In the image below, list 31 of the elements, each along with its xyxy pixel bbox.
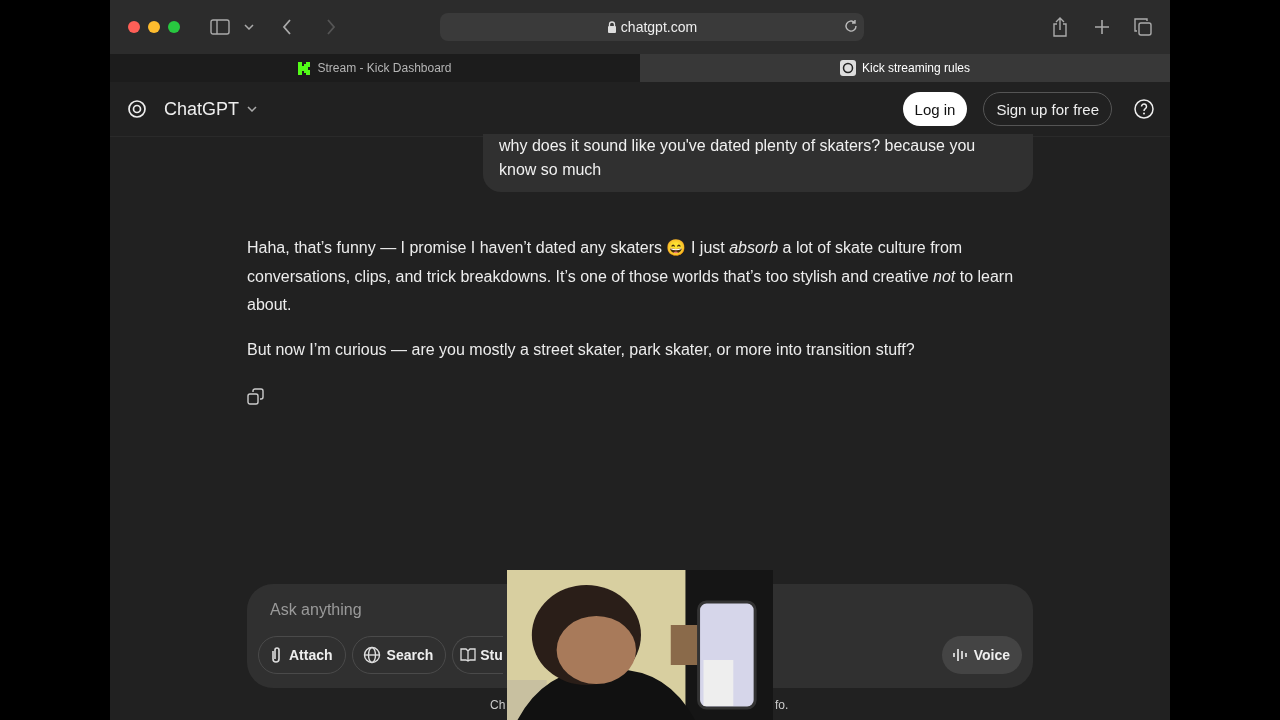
login-button[interactable]: Log in [902, 92, 968, 126]
zoom-button[interactable] [168, 21, 180, 33]
tabs-overview-icon[interactable] [1134, 18, 1152, 36]
globe-icon [362, 646, 381, 664]
minimize-button[interactable] [148, 21, 160, 33]
reload-icon[interactable] [844, 19, 858, 33]
back-icon[interactable] [282, 19, 292, 35]
disclaimer-text: fo. [775, 698, 789, 712]
user-message: why does it sound like you've dated plenty of skaters? because you know so much [483, 134, 1033, 192]
close-button[interactable] [128, 21, 140, 33]
voice-button[interactable]: Voice [941, 636, 1022, 674]
share-icon[interactable] [1052, 17, 1068, 37]
k-logo-icon [298, 61, 312, 75]
help-icon[interactable] [1134, 99, 1154, 119]
message-input[interactable]: Ask anything [268, 600, 472, 620]
plus-icon[interactable] [1094, 19, 1110, 35]
reply-paragraph: But now I’m curious — are you mostly a street skater, park skater, or more into transition stuff? [247, 339, 916, 360]
browser-tab[interactable]: Kick streaming rules [640, 54, 1170, 82]
disclaimer-text: Ch [490, 698, 506, 712]
chevron-down-icon [247, 106, 258, 112]
lock-icon [606, 21, 617, 33]
paperclip-icon [269, 646, 283, 664]
chevron-down-icon [244, 24, 254, 30]
address-bar[interactable]: chatgpt.com [440, 13, 864, 41]
app-title[interactable]: ChatGPT [164, 98, 240, 120]
browser-tab[interactable]: Stream - Kick Dashboard [110, 54, 640, 82]
waveform-icon [951, 648, 968, 662]
reply-paragraph: Haha, that’s funny — I promise I haven’t dated any skaters 😄 I just absorb a lot of skate culture from conversations, clips, and trick breakdowns. It’s one of those worlds that’s too stylish and creative not to learn about. [247, 238, 1015, 315]
book-icon [460, 647, 477, 663]
copy-icon[interactable] [247, 388, 265, 406]
sidebar-icon[interactable] [210, 19, 230, 35]
